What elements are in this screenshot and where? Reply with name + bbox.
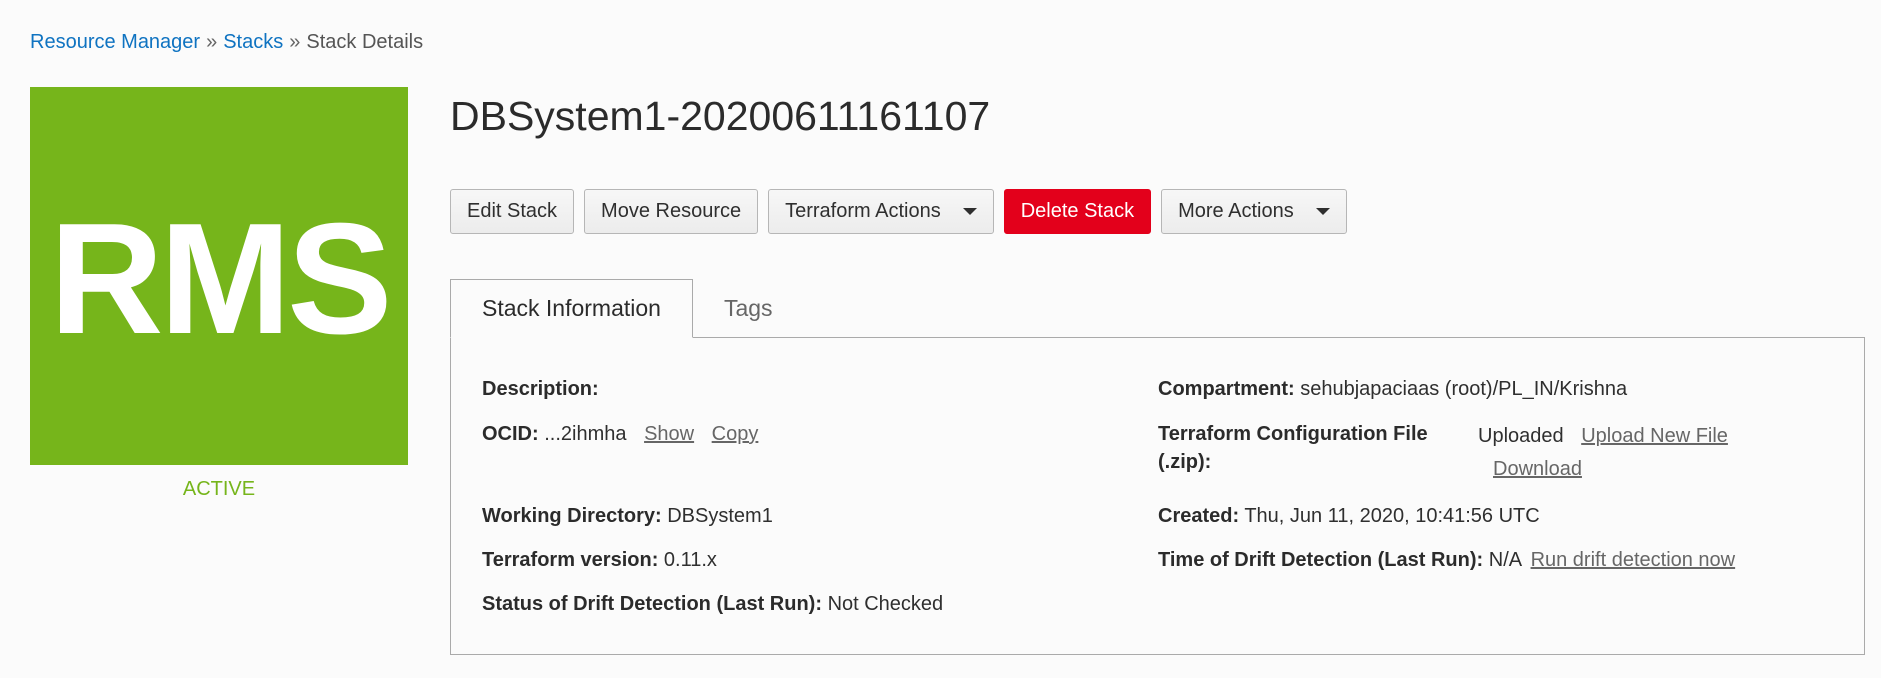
- breadcrumb-current: Stack Details: [306, 31, 424, 53]
- terraform-version-field: Terraform version: 0.11.x: [482, 546, 717, 574]
- compartment-field: Compartment: sehubjapaciaas (root)/PL_IN…: [1158, 375, 1627, 403]
- ocid-field: OCID: ...2ihmha Show Copy: [482, 420, 758, 448]
- ocid-copy-link[interactable]: Copy: [712, 423, 759, 445]
- move-resource-label: Move Resource: [601, 200, 742, 222]
- more-actions-dropdown[interactable]: More Actions: [1161, 189, 1347, 234]
- caret-down-icon: [962, 208, 977, 215]
- config-file-label: Terraform Configuration File (.zip):: [1158, 420, 1428, 476]
- terraform-actions-dropdown[interactable]: Terraform Actions: [768, 189, 994, 234]
- config-file-status: Uploaded: [1478, 425, 1564, 447]
- status-badge: ACTIVE: [182, 478, 256, 500]
- drift-status-field: Status of Drift Detection (Last Run): No…: [482, 590, 943, 618]
- config-file-download: Download: [1493, 455, 1582, 483]
- stack-information-panel: Description: OCID: ...2ihmha Show Copy W…: [450, 337, 1865, 655]
- working-directory-label: Working Directory:: [482, 505, 662, 527]
- ocid-show-link[interactable]: Show: [644, 423, 694, 445]
- config-file-label-line2: (.zip):: [1158, 451, 1212, 473]
- download-link[interactable]: Download: [1493, 458, 1582, 480]
- edit-stack-button[interactable]: Edit Stack: [450, 189, 575, 234]
- drift-time-label: Time of Drift Detection (Last Run):: [1158, 549, 1484, 571]
- tab-stack-information[interactable]: Stack Information: [450, 279, 693, 338]
- config-file-label-line1: Terraform Configuration File: [1158, 423, 1428, 445]
- tab-bar: Stack Information Tags: [450, 279, 804, 338]
- working-directory-value: DBSystem1: [667, 505, 773, 527]
- breadcrumb-separator: »: [206, 31, 218, 53]
- description-field: Description:: [482, 375, 599, 403]
- delete-stack-label: Delete Stack: [1020, 200, 1135, 222]
- ocid-value: ...2ihmha: [544, 423, 627, 445]
- description-label: Description:: [482, 378, 599, 400]
- breadcrumb-resource-manager-link[interactable]: Resource Manager: [30, 31, 200, 53]
- working-directory-field: Working Directory: DBSystem1: [482, 502, 773, 530]
- compartment-label: Compartment:: [1158, 378, 1295, 400]
- created-field: Created: Thu, Jun 11, 2020, 10:41:56 UTC: [1158, 502, 1540, 530]
- tab-label: Tags: [723, 294, 773, 321]
- terraform-actions-label: Terraform Actions: [785, 200, 941, 222]
- config-file-value: Uploaded Upload New File: [1478, 422, 1728, 450]
- breadcrumb-separator: »: [289, 31, 301, 53]
- created-label: Created:: [1158, 505, 1240, 527]
- move-resource-button[interactable]: Move Resource: [584, 189, 759, 234]
- stack-logo: RMS: [30, 87, 408, 465]
- page-title: DBSystem1-20200611161107: [450, 93, 991, 139]
- action-toolbar: Edit Stack Move Resource Terraform Actio…: [450, 189, 1347, 234]
- run-drift-detection-link[interactable]: Run drift detection now: [1531, 549, 1736, 571]
- created-value: Thu, Jun 11, 2020, 10:41:56 UTC: [1244, 505, 1540, 527]
- ocid-label: OCID:: [482, 423, 539, 445]
- drift-status-label: Status of Drift Detection (Last Run):: [482, 593, 822, 615]
- terraform-version-value: 0.11.x: [663, 549, 717, 571]
- more-actions-label: More Actions: [1178, 200, 1294, 222]
- tab-tags[interactable]: Tags: [693, 279, 804, 337]
- drift-status-value: Not Checked: [827, 593, 944, 615]
- drift-time-value: N/A: [1488, 549, 1521, 571]
- breadcrumb-stacks-link[interactable]: Stacks: [223, 31, 283, 53]
- breadcrumb: Resource Manager» Stacks» Stack Details: [30, 30, 423, 54]
- drift-time-field: Time of Drift Detection (Last Run): N/A …: [1158, 546, 1735, 574]
- edit-stack-label: Edit Stack: [467, 200, 558, 222]
- logo-text: RMS: [49, 191, 392, 367]
- compartment-value: sehubjapaciaas (root)/PL_IN/Krishna: [1300, 378, 1628, 400]
- upload-new-file-link[interactable]: Upload New File: [1581, 425, 1728, 447]
- delete-stack-button[interactable]: Delete Stack: [1003, 189, 1152, 234]
- tab-label: Stack Information: [482, 295, 661, 321]
- terraform-version-label: Terraform version:: [482, 549, 659, 571]
- caret-down-icon: [1315, 208, 1330, 215]
